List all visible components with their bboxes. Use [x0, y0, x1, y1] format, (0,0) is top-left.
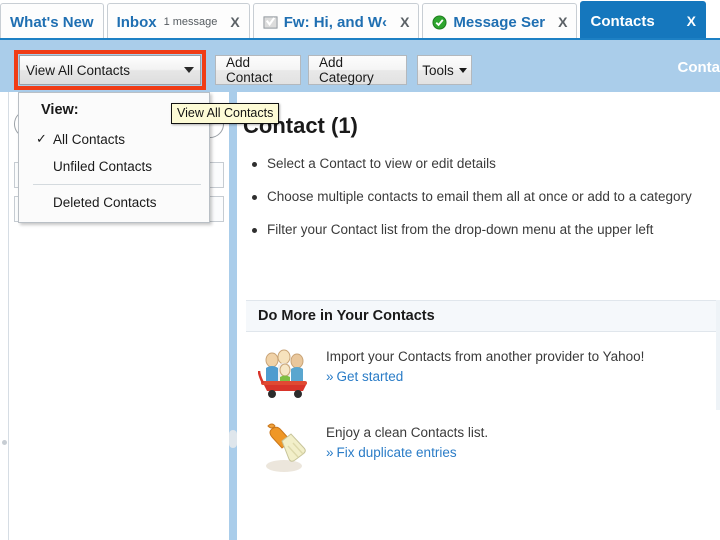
promo-body: Enjoy a clean Contacts list. » Fix duplic… [326, 422, 488, 460]
chevron-down-icon [458, 67, 467, 73]
tab-label: Inbox [116, 13, 157, 31]
promo-description: Import your Contacts from another provid… [326, 349, 645, 364]
pane-scroll-handle[interactable] [229, 430, 237, 448]
tab-whats-new[interactable]: What's New [0, 3, 104, 40]
promo-fix-duplicates: Enjoy a clean Contacts list. » Fix duplic… [246, 408, 720, 484]
promo-body: Import your Contacts from another provid… [326, 346, 644, 384]
promo-link-label: Get started [336, 369, 404, 384]
tab-label: What's New [10, 13, 94, 31]
tab-message-count: 1 message [163, 16, 218, 28]
tab-forwarded-message[interactable]: Fw: Hi, and W‹ X [252, 3, 420, 40]
promo-link-label: Fix duplicate entries [336, 445, 457, 460]
menu-item-deleted-contacts[interactable]: Deleted Contacts [19, 189, 209, 216]
broom-icon [258, 422, 312, 474]
tab-close-icon[interactable]: X [687, 13, 696, 29]
pane-resize-handle[interactable] [2, 440, 7, 445]
view-all-contacts-tooltip: View All Contacts [171, 103, 280, 124]
browser-tab-bar: What's New Inbox 1 message X Fw: Hi, and… [0, 0, 720, 40]
menu-item-label: All Contacts [53, 132, 126, 147]
tab-label: Message Ser [453, 13, 546, 31]
promo-description: Enjoy a clean Contacts list. [326, 425, 489, 440]
tools-label: Tools [422, 62, 454, 78]
menu-item-label: Unfiled Contacts [53, 159, 153, 174]
double-chevron-icon: » [326, 445, 334, 460]
right-edge-scroll-strip[interactable] [716, 300, 720, 410]
tab-label: Contacts [590, 12, 655, 30]
menu-item-unfiled-contacts[interactable]: Unfiled Contacts [19, 153, 209, 180]
add-category-button[interactable]: Add Category [308, 55, 407, 85]
view-all-contacts-dropdown[interactable]: View All Contacts [19, 55, 201, 85]
tab-label: Fw: Hi, and W‹ [283, 13, 388, 31]
menu-item-all-contacts[interactable]: ✓ All Contacts [19, 126, 209, 153]
menu-separator [33, 184, 201, 185]
list-item: Select a Contact to view or edit details [243, 156, 720, 171]
view-selector-value: View All Contacts [26, 62, 131, 78]
tab-contacts[interactable]: Contacts X [580, 1, 707, 40]
tab-close-icon[interactable]: X [230, 14, 239, 30]
add-contact-label: Add Contact [226, 55, 273, 85]
do-more-heading: Do More in Your Contacts [246, 300, 720, 332]
chevron-down-icon [184, 67, 194, 73]
tab-inbox[interactable]: Inbox 1 message X [106, 3, 250, 40]
envelope-check-icon [263, 15, 278, 30]
tab-message-server[interactable]: Message Ser X [422, 3, 578, 40]
checkmark-icon: ✓ [36, 131, 47, 146]
add-category-label: Add Category [319, 55, 374, 85]
tools-button[interactable]: Tools [417, 55, 472, 85]
pane-divider [229, 92, 237, 540]
menu-item-label: Deleted Contacts [53, 195, 157, 210]
fix-duplicate-entries-link[interactable]: » Fix duplicate entries [326, 445, 488, 460]
tab-close-icon[interactable]: X [558, 14, 567, 30]
toolbar-right-title: Conta [677, 59, 720, 76]
contact-details-pane: Contact (1) Select a Contact to view or … [237, 92, 720, 540]
get-started-link[interactable]: » Get started [326, 369, 644, 384]
double-chevron-icon: » [326, 369, 334, 384]
promo-import-contacts: Import your Contacts from another provid… [246, 332, 720, 408]
list-item: Filter your Contact list from the drop-d… [243, 222, 720, 237]
people-in-wagon-icon [257, 346, 312, 398]
add-contact-button[interactable]: Add Contact [215, 55, 301, 85]
contacts-app-window: What's New Inbox 1 message X Fw: Hi, and… [0, 0, 720, 540]
instructions-list: Select a Contact to view or edit details… [243, 156, 720, 255]
do-more-section: Do More in Your Contacts Import your Con… [246, 300, 720, 484]
green-check-icon [432, 14, 447, 30]
tab-close-icon[interactable]: X [400, 14, 409, 30]
list-item: Choose multiple contacts to email them a… [243, 189, 720, 204]
